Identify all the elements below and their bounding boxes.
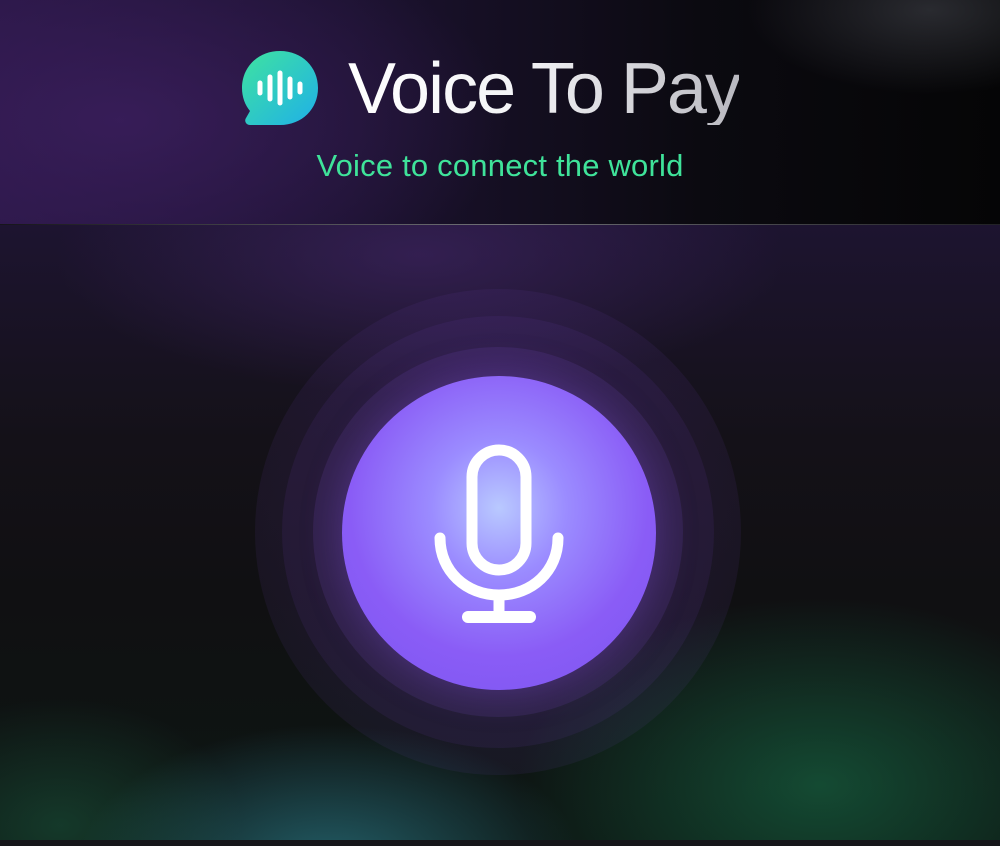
tagline: Voice to connect the world [316,148,684,183]
microphone-icon [434,444,564,623]
microphone-button[interactable] [342,376,656,690]
app-header: Voice To Pay Voice to connect the world [0,0,1000,224]
bottom-edge-bar [0,840,1000,846]
brand: Voice To Pay [238,44,741,134]
app-title: Voice To Pay [348,49,741,129]
voice-chat-bubble-icon [242,51,318,125]
voice-to-pay-screen: Voice To Pay Voice to connect the world [0,0,1000,846]
